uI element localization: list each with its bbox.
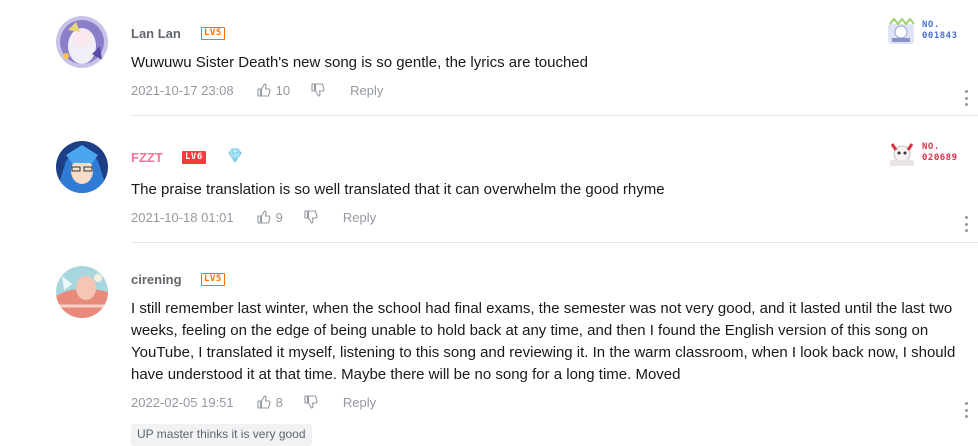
fan-badge-art-icon — [888, 17, 915, 44]
username[interactable]: Lan Lan — [131, 26, 181, 41]
thumbs-down-icon — [311, 83, 325, 97]
like-button[interactable]: 9 — [256, 209, 283, 225]
like-button[interactable]: 10 — [256, 82, 290, 98]
thumbs-up-icon — [257, 395, 271, 409]
dislike-button[interactable] — [303, 209, 319, 225]
comment-meta: 2021-10-17 23:08 10 Reply — [131, 80, 383, 100]
like-button[interactable]: 8 — [256, 394, 283, 410]
comment-meta: 2022-02-05 19:51 8 Reply — [131, 392, 376, 412]
comment-date: 2021-10-17 23:08 — [131, 82, 234, 98]
username[interactable]: FZZT — [131, 150, 163, 165]
diamond-icon — [228, 148, 242, 163]
reply-button[interactable]: Reply — [343, 395, 376, 410]
more-options-icon[interactable] — [962, 402, 970, 418]
fan-badge-number: 020689 — [922, 153, 958, 163]
fan-number-badge: NO. 020689 — [884, 140, 968, 172]
more-options-icon[interactable] — [962, 216, 970, 232]
dislike-button[interactable] — [310, 82, 326, 98]
comment-date: 2021-10-18 01:01 — [131, 209, 234, 225]
level-badge: LV5 — [201, 273, 225, 286]
like-count: 8 — [275, 394, 283, 410]
comment-text: The praise translation is so well transl… — [131, 181, 665, 198]
like-count: 10 — [275, 82, 291, 98]
thumbs-down-icon — [304, 395, 318, 409]
fan-badge-number: 001843 — [922, 31, 958, 41]
more-options-icon[interactable] — [962, 90, 970, 106]
fan-number-badge: NO. 001843 — [884, 17, 968, 50]
reply-button[interactable]: Reply — [350, 83, 383, 98]
thumbs-up-icon — [257, 210, 271, 224]
avatar[interactable] — [56, 266, 108, 318]
username[interactable]: cirening — [131, 272, 182, 287]
up-master-tag: UP master thinks it is very good — [131, 424, 312, 446]
comment-divider — [131, 242, 978, 243]
dislike-button[interactable] — [303, 394, 319, 410]
level-badge: LV5 — [201, 27, 225, 40]
avatar[interactable] — [56, 141, 108, 193]
comment-text: Wuwuwu Sister Death's new song is so gen… — [131, 54, 588, 71]
thumbs-down-icon — [304, 210, 318, 224]
fan-badge-label: NO. — [922, 142, 940, 152]
fan-badge-art-icon — [890, 143, 914, 166]
avatar[interactable] — [56, 16, 108, 68]
comment-divider — [131, 115, 978, 116]
comment-text: I still remember last winter, when the s… — [131, 300, 956, 383]
level-badge: LV6 — [182, 151, 206, 164]
thumbs-up-icon — [257, 83, 271, 97]
comment-meta: 2021-10-18 01:01 9 Reply — [131, 207, 376, 227]
reply-button[interactable]: Reply — [343, 210, 376, 225]
comment-date: 2022-02-05 19:51 — [131, 394, 234, 410]
like-count: 9 — [275, 209, 283, 225]
fan-badge-label: NO. — [922, 20, 940, 30]
